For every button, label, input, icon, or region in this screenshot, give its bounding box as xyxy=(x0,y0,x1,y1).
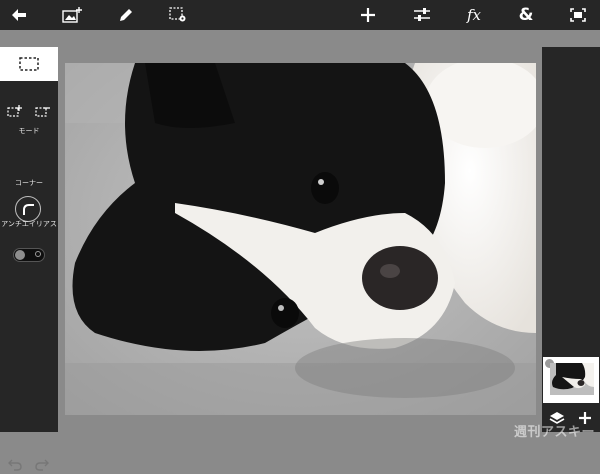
layer-thumbnail[interactable] xyxy=(543,357,599,403)
dog-photo-image xyxy=(65,63,536,415)
brush-button[interactable] xyxy=(108,0,142,30)
add-image-icon xyxy=(62,7,82,23)
mode-subtract-button[interactable] xyxy=(35,102,50,121)
back-arrow-icon xyxy=(12,9,26,21)
left-tool-panel: モード コーナー アンチエイリアス xyxy=(0,47,58,471)
redo-icon xyxy=(35,459,49,471)
undo-icon xyxy=(8,459,22,471)
brush-icon xyxy=(119,8,132,21)
ampersand-button[interactable]: & xyxy=(509,0,543,30)
back-button[interactable] xyxy=(2,0,36,30)
canvas-photo[interactable] xyxy=(65,63,536,415)
redo-button[interactable] xyxy=(33,456,51,474)
add-button[interactable] xyxy=(351,0,385,30)
selection-settings-icon xyxy=(169,7,186,22)
mode-selector xyxy=(0,102,58,122)
add-selection-icon xyxy=(7,105,22,117)
corner-icon xyxy=(23,204,34,215)
fit-screen-icon xyxy=(570,8,586,22)
mode-add-button[interactable] xyxy=(7,102,22,121)
fx-icon: fx xyxy=(466,6,481,24)
right-layer-panel xyxy=(542,47,600,432)
mode-label: モード xyxy=(18,127,40,135)
add-image-button[interactable] xyxy=(55,0,89,30)
subtract-selection-icon xyxy=(35,107,50,117)
corner-label: コーナー xyxy=(15,179,43,187)
rect-marquee-icon xyxy=(19,57,39,71)
selection-settings-button[interactable] xyxy=(161,0,195,30)
adjustments-icon xyxy=(414,8,430,21)
antialias-toggle[interactable] xyxy=(13,248,45,262)
toggle-knob xyxy=(15,250,25,260)
rect-marquee-tool[interactable] xyxy=(0,47,58,81)
watermark: 週刊アスキー xyxy=(514,425,596,440)
adjustments-button[interactable] xyxy=(405,0,439,30)
fit-screen-button[interactable] xyxy=(561,0,595,30)
plus-icon xyxy=(361,8,375,22)
top-toolbar: fx & xyxy=(0,0,600,30)
toggle-off-indicator xyxy=(35,251,41,257)
fx-button[interactable]: fx xyxy=(457,0,491,30)
undo-button[interactable] xyxy=(6,456,24,474)
ampersand-icon: & xyxy=(518,5,534,25)
layer-thumbnail-image xyxy=(550,363,594,395)
antialias-label: アンチエイリアス xyxy=(1,220,57,228)
